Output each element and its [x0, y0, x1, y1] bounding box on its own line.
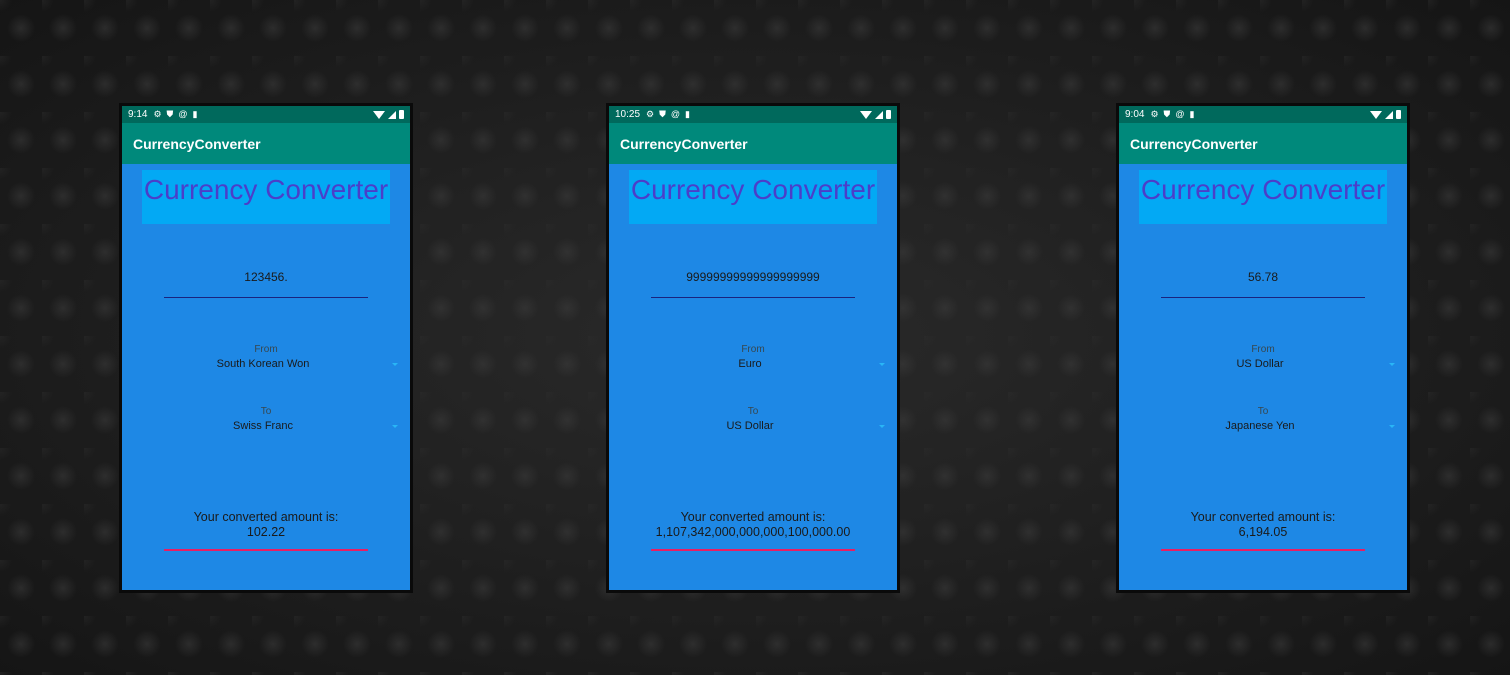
sd-card-icon: ▮ [192, 109, 198, 119]
to-label: To [260, 406, 272, 417]
result-caption: Your converted amount is: [1190, 510, 1336, 524]
sd-card-icon: ▮ [685, 109, 690, 119]
to-currency-dropdown[interactable]: Swiss Franc [162, 418, 398, 434]
dropdown-arrow-icon [1389, 362, 1395, 366]
result-caption: Your converted amount is: [193, 510, 339, 524]
app-bar: CurrencyConverter [122, 123, 410, 164]
main-content: Currency Converter From South Korean Won… [122, 164, 410, 590]
gear-icon: ⚙ [1150, 109, 1159, 119]
app-title: CurrencyConverter [1130, 135, 1258, 152]
from-label: From [254, 344, 278, 355]
page-heading: Currency Converter [142, 170, 390, 224]
sd-card-icon: ▮ [1189, 109, 1195, 119]
wifi-icon [860, 110, 872, 119]
status-bar: 9:04 ⚙ ⛊ @ ▮ [1119, 106, 1407, 123]
at-icon: @ [670, 109, 681, 119]
dropdown-arrow-icon [392, 362, 398, 366]
app-bar: CurrencyConverter [609, 123, 897, 164]
status-bar: 10:25 ⚙ ⛊ @ ▮ [609, 106, 897, 123]
dropdown-arrow-icon [879, 424, 885, 428]
result-underline [164, 549, 368, 551]
gear-icon: ⚙ [646, 109, 655, 119]
result-value: 102.22 [246, 525, 286, 539]
result-caption: Your converted amount is: [680, 510, 826, 524]
amount-input[interactable] [1161, 256, 1365, 298]
shield-icon: ⛊ [166, 109, 174, 119]
app-title: CurrencyConverter [620, 135, 748, 152]
amount-input[interactable] [651, 256, 855, 298]
battery-icon [399, 110, 404, 119]
phone-screen-1: 9:14 ⚙ ⛊ @ ▮ CurrencyConverter Currency … [119, 103, 413, 593]
status-time: 9:14 [128, 109, 148, 120]
dropdown-arrow-icon [392, 424, 398, 428]
result-underline [1161, 549, 1365, 551]
phone-screen-3: 9:04 ⚙ ⛊ @ ▮ CurrencyConverter Currency … [1116, 103, 1410, 593]
amount-input[interactable] [164, 256, 368, 298]
gear-icon: ⚙ [153, 109, 162, 119]
status-bar: 9:14 ⚙ ⛊ @ ▮ [122, 106, 410, 123]
battery-icon [1396, 110, 1401, 119]
from-currency-dropdown[interactable]: Euro [649, 356, 885, 372]
to-currency-dropdown[interactable]: US Dollar [649, 418, 885, 434]
dropdown-arrow-icon [1389, 424, 1395, 428]
status-time: 10:25 [615, 109, 641, 120]
main-content: Currency Converter From US Dollar To Jap… [1119, 164, 1407, 590]
shield-icon: ⛊ [1163, 109, 1171, 119]
main-content: Currency Converter From Euro To US Dolla… [609, 164, 897, 590]
to-currency-value: Swiss Franc [233, 420, 293, 432]
to-label: To [747, 406, 759, 417]
to-currency-dropdown[interactable]: Japanese Yen [1159, 418, 1395, 434]
signal-icon [388, 110, 396, 119]
shield-icon: ⛊ [659, 109, 666, 119]
page-heading: Currency Converter [1139, 170, 1387, 224]
result-value: 1,107,342,000,000,000,100,000.00 [655, 525, 851, 539]
status-time: 9:04 [1125, 109, 1145, 120]
from-currency-value: South Korean Won [216, 358, 310, 370]
dropdown-arrow-icon [879, 362, 885, 366]
from-currency-value: Euro [738, 358, 762, 370]
from-label: From [1251, 344, 1275, 355]
to-currency-value: Japanese Yen [1225, 420, 1295, 432]
from-currency-dropdown[interactable]: South Korean Won [162, 356, 398, 372]
signal-icon [875, 110, 883, 119]
wifi-icon [1370, 110, 1382, 119]
from-currency-value: US Dollar [1236, 358, 1284, 370]
to-label: To [1257, 406, 1269, 417]
app-bar: CurrencyConverter [1119, 123, 1407, 164]
from-label: From [741, 344, 765, 355]
phone-screen-2: 10:25 ⚙ ⛊ @ ▮ CurrencyConverter Currency… [606, 103, 900, 593]
at-icon: @ [178, 109, 188, 119]
app-title: CurrencyConverter [133, 135, 261, 152]
to-currency-value: US Dollar [726, 420, 774, 432]
result-value: 6,194.05 [1238, 525, 1288, 539]
wifi-icon [373, 110, 385, 119]
signal-icon [1385, 110, 1393, 119]
page-heading: Currency Converter [629, 170, 877, 224]
at-icon: @ [1175, 109, 1185, 119]
battery-icon [886, 110, 891, 119]
from-currency-dropdown[interactable]: US Dollar [1159, 356, 1395, 372]
result-underline [651, 549, 855, 551]
